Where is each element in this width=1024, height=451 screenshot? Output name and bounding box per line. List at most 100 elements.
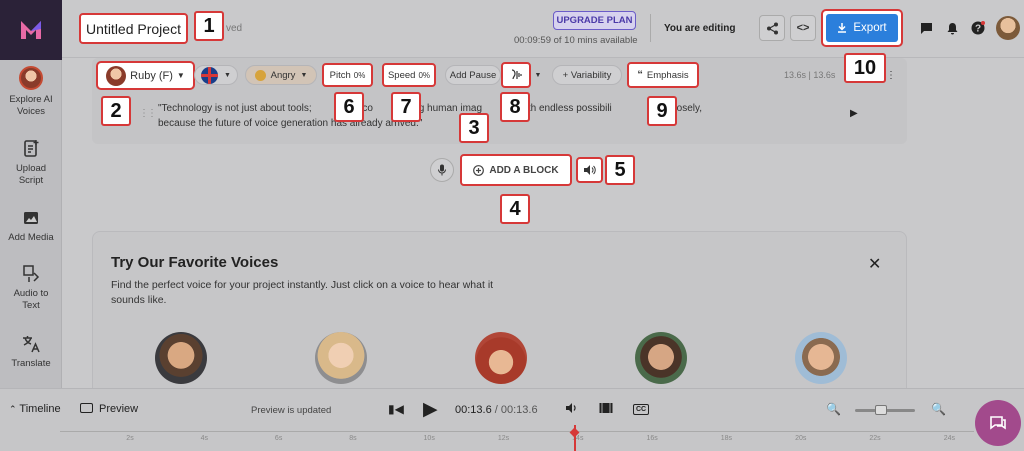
ruler-tick: 2s — [126, 435, 134, 442]
quote-icon: “ — [637, 69, 643, 81]
time-available: 00:09:59 of 10 mins available — [514, 35, 638, 46]
volume-icon[interactable] — [565, 402, 578, 417]
play-block-icon[interactable]: ▶ — [850, 108, 860, 119]
sidebar-item-audio-to-text[interactable]: Audio to Text — [0, 263, 62, 312]
card-subtitle: Find the perfect voice for your project … — [111, 279, 494, 306]
comments-icon[interactable] — [918, 20, 934, 36]
sidebar-label: Translate — [11, 358, 51, 369]
emphasis-label: Emphasis — [646, 69, 689, 81]
ruler-tick: 8s — [349, 435, 357, 442]
explore-voices-avatar-icon — [19, 66, 43, 90]
sidebar-label: Text — [22, 300, 40, 311]
voice-avatar[interactable] — [475, 332, 527, 384]
timeline-label: Timeline — [19, 403, 61, 415]
speed-control[interactable]: Speed 0% — [382, 63, 436, 87]
upload-doc-icon — [24, 140, 39, 157]
add-block-button[interactable]: ADD A BLOCK — [460, 154, 572, 186]
chevron-down-icon: ▼ — [224, 71, 231, 79]
chevron-up-icon: ⌃ — [9, 404, 17, 414]
voice-avatar[interactable] — [315, 332, 367, 384]
zoom-in-icon[interactable]: 🔍 — [931, 402, 946, 416]
zoom-out-icon[interactable]: 🔍 — [826, 402, 841, 416]
voice-avatar[interactable] — [155, 332, 207, 384]
project-title[interactable]: Untitled Project — [79, 13, 188, 44]
pronunciation-icon — [511, 69, 522, 80]
user-avatar[interactable] — [996, 16, 1020, 40]
voice-name: Ruby (F) — [130, 69, 173, 82]
add-pause-button[interactable]: Add Pause — [445, 65, 501, 85]
voice-avatar — [106, 65, 127, 86]
preview-icon — [80, 403, 93, 413]
audio-preview-button[interactable] — [576, 157, 603, 183]
help-icon[interactable]: ? — [970, 20, 986, 36]
callout-10: 10 — [844, 53, 886, 83]
captions-button[interactable]: CC — [633, 404, 650, 415]
logo-icon — [21, 21, 41, 39]
video-icon[interactable] — [599, 402, 613, 417]
sidebar-label: Script — [18, 175, 44, 186]
audio-to-text-icon — [23, 265, 40, 282]
app-logo[interactable] — [0, 0, 62, 60]
total-time: 00:13.6 — [500, 404, 538, 416]
bell-icon[interactable] — [944, 20, 960, 36]
translate-icon — [23, 336, 40, 353]
sidebar-label: Upload — [15, 163, 47, 174]
add-block-label: ADD A BLOCK — [489, 164, 559, 176]
sidebar-item-add-media[interactable]: Add Media — [0, 207, 62, 244]
timeline-toggle[interactable]: ⌃ Timeline — [9, 403, 61, 415]
zoom-slider-handle[interactable] — [875, 405, 887, 415]
speaker-icon — [584, 165, 596, 175]
variability-button[interactable]: + Variability — [552, 65, 622, 85]
chevron-down-icon: ▼ — [300, 71, 308, 79]
preview-status: Preview is updated — [251, 405, 332, 416]
ruler-tick: 10s — [423, 435, 435, 442]
export-label: Export — [853, 22, 887, 34]
upgrade-plan-button[interactable]: UPGRADE PLAN — [553, 11, 636, 30]
chevron-down-icon: ▼ — [534, 71, 542, 79]
callout-9: 9 — [647, 96, 677, 126]
callout-1: 1 — [194, 11, 224, 41]
time-separator: / — [491, 404, 501, 416]
block-duration: 13.6s | 13.6s — [784, 70, 836, 80]
record-button[interactable] — [430, 158, 454, 182]
play-icon[interactable]: ▶ — [423, 398, 438, 421]
pronunciation-button[interactable] — [501, 62, 531, 88]
speed-label: Speed — [387, 69, 416, 81]
language-selector[interactable]: ▼ — [194, 65, 238, 85]
pronunciation-dropdown[interactable]: ▼ — [532, 66, 544, 84]
emotion-selector[interactable]: Angry ▼ — [245, 65, 317, 85]
sidebar-item-translate[interactable]: Translate — [0, 333, 62, 370]
pitch-value: 0% — [353, 70, 366, 80]
pitch-control[interactable]: Pitch 0% — [322, 63, 373, 87]
editing-status: You are editing — [664, 23, 736, 34]
chat-icon — [990, 416, 1006, 430]
more-options-icon[interactable]: ⋮ — [886, 70, 896, 81]
embed-code-button[interactable]: <> — [790, 15, 816, 41]
sidebar-item-explore-voices[interactable]: Explore AI Voices — [0, 66, 62, 118]
ruler-tick: 16s — [646, 435, 658, 442]
voice-avatar[interactable] — [795, 332, 847, 384]
voice-selector[interactable]: Ruby (F) ▼ — [96, 61, 195, 90]
emphasis-button[interactable]: “ Emphasis — [627, 62, 699, 88]
ruler-tick: 6s — [274, 435, 283, 442]
sidebar-label: Audio to — [13, 288, 49, 299]
timeline-ruler[interactable]: 2s 4s 6s 8s 10s 12s 14s 16s 18s 20s 22s 24s — [60, 431, 974, 451]
drag-handle-icon[interactable]: ⋮⋮ — [139, 108, 157, 119]
skip-back-icon[interactable]: ▮◀ — [388, 402, 404, 416]
sidebar-item-upload-script[interactable]: Upload Script — [0, 138, 62, 187]
callout-4: 4 — [500, 194, 530, 224]
close-icon[interactable]: ✕ — [868, 254, 881, 274]
preview-toggle[interactable]: Preview — [80, 403, 138, 415]
sidebar-label: Add Media — [8, 232, 54, 243]
share-button[interactable] — [759, 15, 785, 41]
ruler-tick: 20s — [795, 435, 807, 442]
chat-support-button[interactable] — [975, 400, 1021, 446]
script-text-part: because the future of voice generation h… — [158, 118, 423, 129]
favorite-voices-card: Try Our Favorite Voices Find the perfect… — [92, 231, 907, 401]
export-callout-box: Export — [821, 9, 903, 47]
current-time: 00:13.6 — [455, 404, 492, 416]
share-icon — [766, 22, 778, 34]
callout-3: 3 — [459, 113, 489, 143]
export-button[interactable]: Export — [826, 14, 898, 42]
voice-avatar[interactable] — [635, 332, 687, 384]
